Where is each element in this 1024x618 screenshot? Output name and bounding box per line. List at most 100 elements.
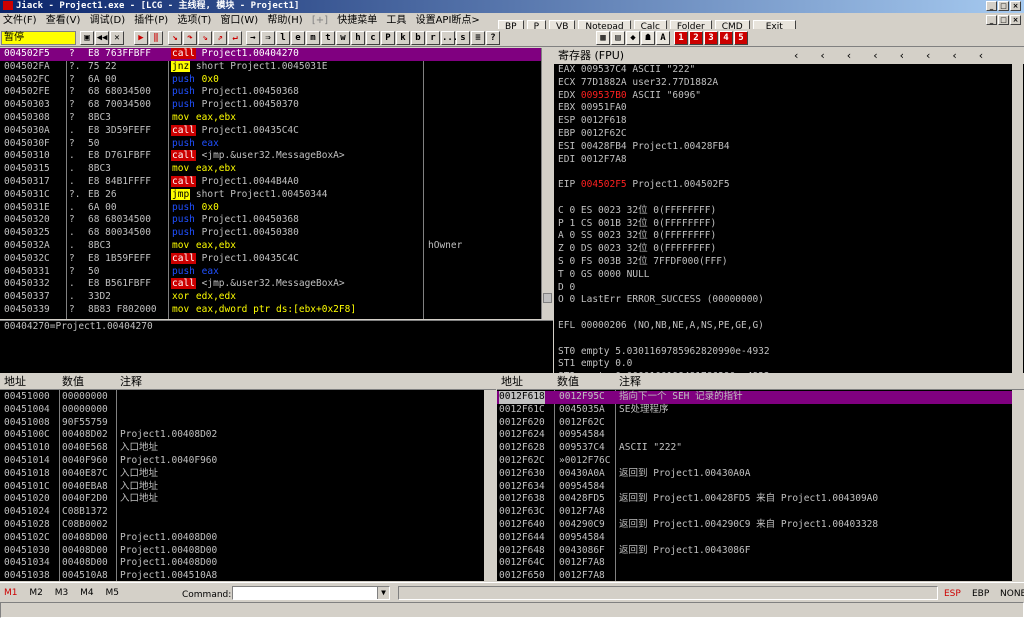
- disasm-row[interactable]: 0045032C? E8 1B59FEFF call Project1.00435C…: [0, 252, 541, 266]
- tb-num-4[interactable]: 4: [719, 31, 733, 45]
- register-row[interactable]: [554, 307, 1024, 320]
- dump-header-comment[interactable]: 注释: [120, 374, 142, 390]
- stack-scrollbar[interactable]: [1012, 390, 1023, 581]
- tb-num-3[interactable]: 3: [704, 31, 718, 45]
- dump-row[interactable]: 00451034 00408D00 Project1.00408D00: [0, 557, 484, 570]
- goto-icon[interactable]: →: [246, 31, 260, 45]
- disasm-row[interactable]: 0045031E. 6A 00 push 0x0: [0, 202, 541, 215]
- dump-row[interactable]: 00451004 00000000: [0, 404, 484, 417]
- disasm-row[interactable]: 00450308? 8BC3 mov eax,ebx: [0, 112, 541, 125]
- command-dropdown-icon[interactable]: ▼: [377, 587, 389, 599]
- stack-row[interactable]: 0012F64C 0012F7A8: [497, 557, 1012, 570]
- menu-debug[interactable]: 调试(D): [90, 13, 126, 29]
- stack-row[interactable]: 0012F62C »0012F76C: [497, 455, 1012, 468]
- child-close-icon[interactable]: ×: [1010, 15, 1021, 25]
- dump-pane[interactable]: 00451000 00000000 00451004 00000000 00451008…: [0, 390, 484, 581]
- tb-letter-m[interactable]: m: [306, 31, 320, 45]
- folder-icon[interactable]: ▤: [611, 31, 625, 45]
- pause-icon[interactable]: ‖: [149, 31, 163, 45]
- stack-header-address[interactable]: 地址: [501, 374, 523, 390]
- tb-letter-r[interactable]: r: [426, 31, 440, 45]
- register-row[interactable]: EDI 0012F7A8: [554, 154, 1024, 167]
- register-row[interactable]: [554, 166, 1024, 179]
- stack-row[interactable]: 0012F634 00954584: [497, 481, 1012, 494]
- stack-pane[interactable]: 0012F618 0012F95C 指向下一个 SEH 记录的指针 0012F61C 0…: [497, 390, 1012, 581]
- tb-letter-e[interactable]: e: [291, 31, 305, 45]
- stack-row[interactable]: 0012F618 0012F95C 指向下一个 SEH 记录的指针: [497, 391, 1012, 404]
- disasm-row[interactable]: 00450317. E8 84B1FFFF call Project1.0044B4…: [0, 175, 541, 189]
- register-row[interactable]: Z 0 DS 0023 32位 0(FFFFFFFF): [554, 243, 1024, 256]
- disasm-row[interactable]: 00450320? 68 68034500 push Project1.004503…: [0, 214, 541, 227]
- register-row[interactable]: O 0 LastErr ERROR_SUCCESS (00000000): [554, 294, 1024, 307]
- goto-origin-icon[interactable]: ⇒: [261, 31, 275, 45]
- dump-row[interactable]: 00451010 0040E568 入口地址: [0, 442, 484, 455]
- stack-row[interactable]: 0012F63C 0012F7A8: [497, 506, 1012, 519]
- register-row[interactable]: [554, 192, 1024, 205]
- tb-letter-b[interactable]: b: [411, 31, 425, 45]
- register-row[interactable]: EBX 00951FA0: [554, 102, 1024, 115]
- menu-help[interactable]: 帮助(H): [267, 13, 302, 29]
- disasm-row[interactable]: 00450337. 33D2 xor edx,edx: [0, 291, 541, 304]
- m3-tab[interactable]: M3: [55, 588, 69, 598]
- tb-letter-s[interactable]: s: [456, 31, 470, 45]
- tb-letter-l[interactable]: l: [276, 31, 290, 45]
- dump-row[interactable]: 00451000 00000000: [0, 391, 484, 404]
- bookmark-icon[interactable]: ◆: [626, 31, 640, 45]
- dump-row[interactable]: 0045102C 00408D00 Project1.00408D00: [0, 532, 484, 545]
- tb-letter-w[interactable]: w: [336, 31, 350, 45]
- register-row[interactable]: [554, 333, 1024, 346]
- tb-letter-k[interactable]: k: [396, 31, 410, 45]
- m4-tab[interactable]: M4: [80, 588, 94, 598]
- tb-letter-p[interactable]: P: [381, 31, 395, 45]
- tb-letter-t[interactable]: t: [321, 31, 335, 45]
- disasm-row[interactable]: 00450339? 8B83 F802000 mov eax,dword ptr d…: [0, 304, 541, 317]
- tb-letter-h[interactable]: h: [351, 31, 365, 45]
- menu-shortcuts[interactable]: 快捷菜单: [337, 13, 377, 29]
- dump-row[interactable]: 00451030 00408D00 Project1.00408D00: [0, 545, 484, 558]
- disasm-row[interactable]: 0045030A. E8 3D59FEFF call Project1.00435C…: [0, 124, 541, 138]
- close-process-icon[interactable]: ✕: [110, 31, 124, 45]
- dump-row[interactable]: 00451024 C08B1372: [0, 506, 484, 519]
- dump-row[interactable]: 0045100C 00408D02 Project1.00408D02: [0, 429, 484, 442]
- disasm-row[interactable]: 004502FE? 68 68034500 push Project1.004503…: [0, 86, 541, 99]
- disasm-row[interactable]: 00450315. 8BC3 mov eax,ebx: [0, 163, 541, 176]
- disasm-row[interactable]: 00450303? 68 70034500 push Project1.004503…: [0, 99, 541, 112]
- register-row[interactable]: T 0 GS 0000 NULL: [554, 269, 1024, 282]
- none-toggle[interactable]: NONE: [1000, 589, 1024, 599]
- rewind-icon[interactable]: ◀◀: [95, 31, 109, 45]
- list-icon[interactable]: ≡: [471, 31, 485, 45]
- register-row[interactable]: EFL 00000206 (NO,NB,NE,A,NS,PE,GE,G): [554, 320, 1024, 333]
- stack-row[interactable]: 0012F648 0043086F 返回到 Project1.0043086F: [497, 545, 1012, 558]
- register-row[interactable]: EBP 0012F62C: [554, 128, 1024, 141]
- scroll-thumb[interactable]: [543, 293, 552, 303]
- tb-num-2[interactable]: 2: [689, 31, 703, 45]
- m1-tab[interactable]: M1: [4, 588, 18, 598]
- bug-icon[interactable]: ☗: [641, 31, 655, 45]
- register-row[interactable]: A 0 SS 0023 32位 0(FFFFFFFF): [554, 230, 1024, 243]
- disasm-row[interactable]: 00450331? 50 push eax: [0, 266, 541, 279]
- register-row[interactable]: ESP 0012F618: [554, 115, 1024, 128]
- stack-row[interactable]: 0012F630 00430A0A 返回到 Project1.00430A0A: [497, 468, 1012, 481]
- calc-icon[interactable]: ▦: [596, 31, 610, 45]
- stack-row[interactable]: 0012F620 0012F62C: [497, 417, 1012, 430]
- register-row[interactable]: ST0 empty 5.0301169785962820990e-4932: [554, 346, 1024, 359]
- stack-row[interactable]: 0012F624 00954584: [497, 429, 1012, 442]
- register-row[interactable]: ST1 empty 0.0: [554, 358, 1024, 371]
- stack-row[interactable]: 0012F640 004290C9 返回到 Project1.004290C9 来自…: [497, 519, 1012, 532]
- disasm-row[interactable]: 00450310. E8 D761FBFF call <jmp.&user32.Me…: [0, 150, 541, 163]
- disassembly-pane[interactable]: 004502F5? E8 763FFBFF call Project1.004042…: [0, 48, 541, 319]
- dump-row[interactable]: 0045101C 0040EBA8 入口地址: [0, 481, 484, 494]
- dump-row[interactable]: 00451038 004510A8 Project1.004510A8: [0, 570, 484, 581]
- tb-letter-c[interactable]: c: [366, 31, 380, 45]
- dump-row[interactable]: 00451014 0040F960 Project1.0040F960: [0, 455, 484, 468]
- register-row[interactable]: P 1 CS 001B 32位 0(FFFFFFFF): [554, 218, 1024, 231]
- menu-file[interactable]: 文件(F): [3, 13, 37, 29]
- register-row[interactable]: D 0: [554, 282, 1024, 295]
- menu-expand[interactable]: [+]: [312, 13, 328, 29]
- step-over-icon[interactable]: ↷: [183, 31, 197, 45]
- disasm-row[interactable]: 0045031C?. EB 26 jmp short Project1.004503…: [0, 188, 541, 202]
- disasm-row[interactable]: 0045032A. 8BC3 mov eax,ebx hOwner: [0, 240, 541, 253]
- disasm-row[interactable]: 0045030F? 50 push eax: [0, 138, 541, 151]
- tb-num-1[interactable]: 1: [674, 31, 688, 45]
- tb-num-5[interactable]: 5: [734, 31, 748, 45]
